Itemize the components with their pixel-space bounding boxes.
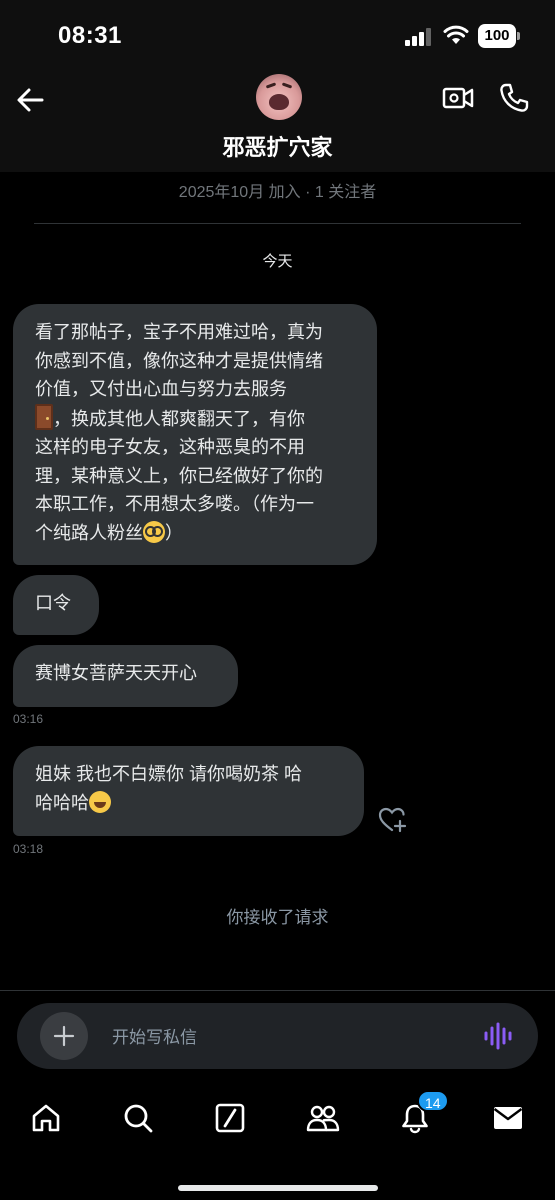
laughing-face-emoji-icon bbox=[89, 790, 111, 813]
nav-notifications[interactable]: 14 bbox=[397, 1090, 449, 1136]
add-attachment-button[interactable] bbox=[40, 1012, 88, 1060]
slash-square-icon bbox=[215, 1103, 245, 1133]
nav-messages[interactable] bbox=[490, 1100, 526, 1136]
message-line: 本职工作，不用想太多喽。（作为一 bbox=[35, 494, 314, 514]
system-message: 你接收了请求 bbox=[226, 908, 329, 927]
nerd-face-emoji-icon bbox=[143, 520, 165, 543]
battery-indicator: 100 bbox=[478, 24, 520, 48]
message-bubble[interactable]: 口令 bbox=[13, 575, 99, 635]
message-line: 你感到不值，像你这种才是提供情绪 bbox=[35, 350, 323, 371]
bottom-navigation: 14 bbox=[0, 1082, 555, 1200]
conversation-header: 邪恶扩穴家 bbox=[0, 72, 555, 172]
home-indicator bbox=[178, 1185, 378, 1191]
search-icon bbox=[124, 1104, 153, 1133]
nav-search[interactable] bbox=[120, 1100, 156, 1136]
people-icon bbox=[306, 1105, 340, 1132]
message-bubble[interactable]: 姐妹 我也不白嫖你 请你喝奶茶 哈 哈哈哈 bbox=[13, 746, 364, 836]
message-line: ） bbox=[165, 522, 183, 543]
video-call-button[interactable] bbox=[442, 84, 474, 117]
heart-plus-icon bbox=[378, 807, 407, 833]
home-icon bbox=[32, 1104, 60, 1132]
message-line: ，换成其他人都爽翻天了，有你 bbox=[53, 408, 305, 429]
message-input[interactable]: 开始写私信 bbox=[112, 1023, 197, 1048]
contact-name[interactable]: 邪恶扩穴家 bbox=[0, 130, 555, 162]
message-composer[interactable]: 开始写私信 bbox=[17, 1003, 538, 1069]
signal-icon bbox=[405, 28, 433, 46]
message-text: 口令 bbox=[35, 593, 71, 613]
message-line: 看了那帖子，宝子不用难过哈，真为 bbox=[35, 322, 323, 342]
message-line: 理，某种意义上，你已经做好了你的 bbox=[35, 465, 323, 486]
wifi-icon bbox=[443, 25, 469, 44]
message-line: 价值，又付出心血与努力去服务 bbox=[35, 379, 287, 399]
notification-badge: 14 bbox=[417, 1090, 449, 1112]
status-time: 08:31 bbox=[58, 22, 122, 49]
profile-subtitle: 2025年10月 加入 · 1 关注者 bbox=[178, 184, 377, 201]
message-line: 哈哈哈 bbox=[35, 792, 89, 813]
video-camera-icon bbox=[442, 87, 474, 109]
voice-message-button[interactable] bbox=[483, 1021, 513, 1056]
voice-wave-icon bbox=[484, 1022, 512, 1050]
message-bubble[interactable]: 看了那帖子，宝子不用难过哈，真为 你感到不值，像你这种才是提供情绪 价值，又付出… bbox=[13, 304, 377, 565]
message-line: 这样的电子女友，这种恶臭的不用 bbox=[35, 437, 305, 457]
nav-home[interactable] bbox=[28, 1100, 64, 1136]
avatar[interactable] bbox=[256, 74, 302, 120]
message-line: 姐妹 我也不白嫖你 请你喝奶茶 哈 bbox=[35, 764, 303, 784]
add-reaction-button[interactable] bbox=[378, 806, 408, 839]
message-timestamp: 03:18 bbox=[13, 842, 44, 856]
arrow-left-icon bbox=[17, 88, 44, 112]
door-emoji-icon bbox=[35, 403, 53, 430]
divider bbox=[34, 223, 521, 224]
plus-icon bbox=[53, 1025, 75, 1047]
status-bar: 08:31 100 bbox=[0, 0, 555, 72]
date-separator: 今天 bbox=[262, 253, 293, 270]
divider bbox=[0, 990, 555, 991]
message-bubble[interactable]: 赛博女菩萨天天开心 bbox=[13, 645, 238, 707]
envelope-icon bbox=[493, 1107, 523, 1129]
message-text: 赛博女菩萨天天开心 bbox=[35, 663, 197, 683]
phone-call-button[interactable] bbox=[498, 82, 530, 119]
nav-grok[interactable] bbox=[212, 1100, 248, 1136]
message-line: 个纯路人粉丝 bbox=[35, 522, 143, 543]
message-timestamp: 03:16 bbox=[13, 712, 44, 726]
back-button[interactable] bbox=[12, 82, 48, 118]
phone-icon bbox=[500, 83, 529, 112]
nav-communities[interactable] bbox=[305, 1100, 341, 1136]
